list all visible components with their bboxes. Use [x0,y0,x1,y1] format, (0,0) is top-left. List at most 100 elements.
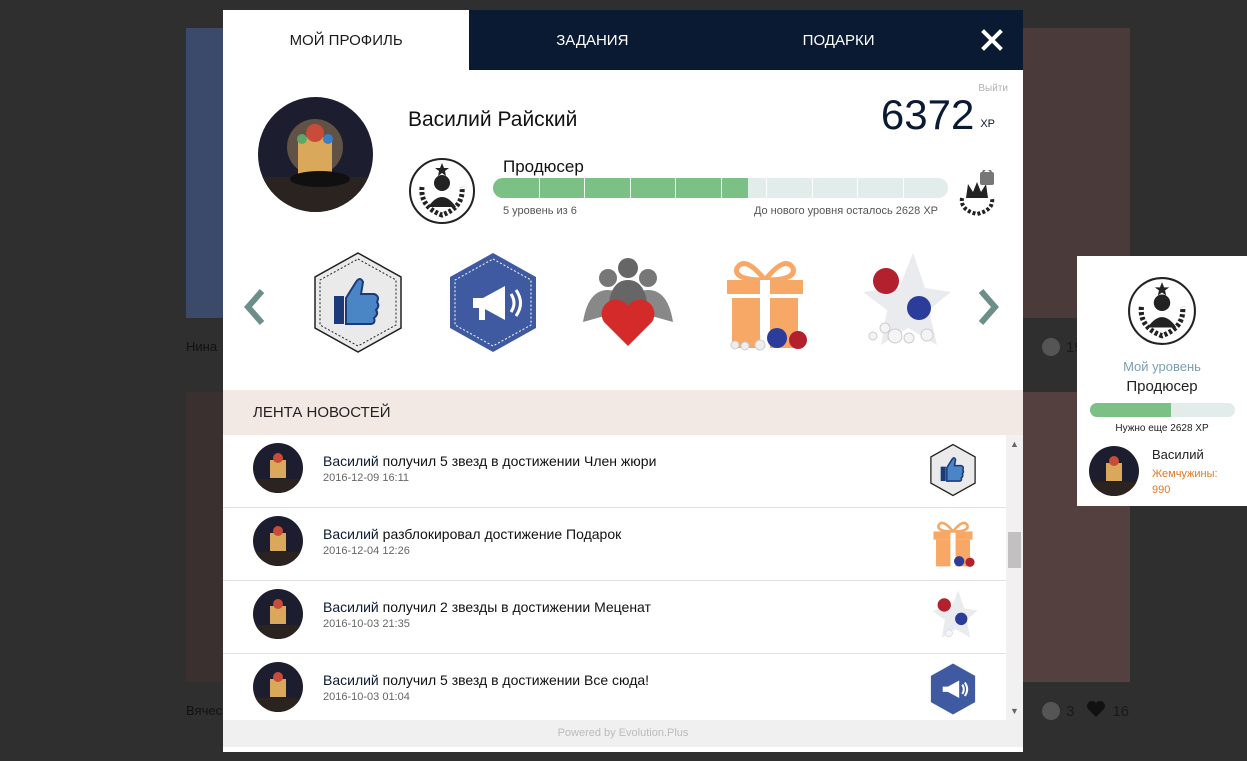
chevron-left-icon [244,289,265,325]
feed-text: Василий получил 2 звезды в достижении Ме… [323,599,651,615]
progress-segment-divider [629,178,631,198]
star-gems-icon [932,590,978,638]
background-photo [186,28,223,318]
tab-my-profile[interactable]: МОЙ ПРОФИЛЬ [223,10,470,70]
feed-user[interactable]: Василий [323,672,379,688]
feed-badge [926,516,980,570]
scroll-thumb[interactable] [1008,532,1021,568]
pearls-label: Жемчужины: [1152,468,1218,480]
feed-message: получил 2 звезды в достижении Меценат [378,599,651,615]
avatar [253,516,303,566]
feed-badge [926,443,980,497]
feed-text: Василий получил 5 звезд в достижении Все… [323,672,649,688]
feed-user[interactable]: Василий [323,599,379,615]
feed-message: получил 5 звезд в достижении Член жюри [378,453,657,469]
progress-segment-divider [811,178,813,198]
achievement-patron[interactable] [853,250,953,355]
star-gems-icon [863,253,951,345]
feed-date: 2016-10-03 01:04 [323,691,410,703]
avatar [253,589,303,639]
feed-message: разблокировал достижение Подарок [378,526,622,542]
tab-gifts[interactable]: ПОДАРКИ [715,10,961,70]
megaphone-hexagon-icon [450,253,536,352]
comment-icon [1042,338,1060,356]
stat-value: 16 [1112,702,1130,720]
progress-segment-divider [902,178,904,198]
feed-scrollbar[interactable]: ▲ ▼ [1006,435,1023,720]
close-icon [981,29,1004,51]
widget-user-name: Василий [1152,447,1204,462]
avatar [253,443,303,493]
feed-message: получил 5 звезд в достижении Все сюда! [378,672,650,688]
feed-user[interactable]: Василий [323,453,379,469]
level-progress-fill [493,178,748,198]
producer-level-icon [1127,276,1197,346]
progress-segment-divider [766,178,767,198]
tab-bar: МОЙ ПРОФИЛЬ ЗАДАНИЯ ПОДАРКИ [223,10,1023,70]
background-photo [186,392,223,682]
powered-by[interactable]: Powered by Evolution.Plus [223,720,1023,747]
progress-segment-divider [584,178,585,198]
gift-pearls-icon [933,521,975,567]
feed-item[interactable]: Василий получил 2 звезды в достижении Ме… [223,581,1006,654]
avatar [1089,446,1139,496]
feed-badge [926,589,980,643]
level-number: 5 уровень из 6 [503,205,577,217]
background-stat: 3 16 [1042,700,1129,722]
widget-progress-fill [1090,403,1172,417]
user-name: Василий Райский [408,108,578,131]
feed-user[interactable]: Василий [323,526,379,542]
feed-badge [926,662,980,716]
level-widget[interactable]: Мой уровень Продюсер Нужно еще 2628 XP В… [1077,256,1247,506]
producer-level-icon [408,157,476,225]
carousel-prev-button[interactable] [240,287,270,327]
megaphone-hexagon-icon [930,663,976,715]
like-hexagon-icon [930,443,976,497]
achievements-carousel [223,245,1023,390]
xp-value: 6372 [880,91,975,138]
gift-pearls-icon [727,261,807,351]
xp-unit: XP [980,118,995,130]
level-progress-bar [493,178,948,198]
xp-counter: 6372 XP [881,94,995,136]
feed-text: Василий разблокировал достижение Подарок [323,526,621,542]
progress-segment-divider [720,178,722,198]
progress-segment-divider [538,178,540,198]
progress-segment-divider [857,178,858,198]
feed-item[interactable]: Василий получил 5 звезд в достижении Чле… [223,435,1006,508]
people-heart-icon [583,258,673,346]
achievement-gift[interactable] [715,250,815,355]
tab-tasks[interactable]: ЗАДАНИЯ [469,10,715,70]
next-level-crown-icon [954,168,1000,217]
like-hexagon-icon [314,252,402,353]
widget-level-name: Продюсер [1126,378,1198,395]
heart-icon [1086,700,1106,722]
my-level-label: Мой уровень [1123,359,1201,374]
feed-text: Василий получил 5 звезд в достижении Чле… [323,453,656,469]
achievement-all-here[interactable] [443,250,543,355]
level-name: Продюсер [503,157,584,176]
pearls-value: 990 [1152,484,1171,496]
avatar [258,97,373,212]
background-caption: Вячес [186,703,223,718]
feed-date: 2016-12-04 12:26 [323,545,410,557]
avatar [253,662,303,712]
news-feed-header: ЛЕНТА НОВОСТЕЙ [223,390,1023,435]
feed-item[interactable]: Василий получил 5 звезд в достижении Все… [223,654,1006,720]
profile-modal: МОЙ ПРОФИЛЬ ЗАДАНИЯ ПОДАРКИ Выйти Васили… [223,10,1023,752]
feed-date: 2016-12-09 16:11 [323,472,410,484]
comment-icon [1042,702,1060,720]
scroll-down-icon[interactable]: ▼ [1006,704,1023,718]
logout-link[interactable]: Выйти [978,83,1008,94]
news-feed[interactable]: Василий получил 5 звезд в достижении Чле… [223,435,1023,720]
scroll-up-icon[interactable]: ▲ [1006,437,1023,451]
carousel-next-button[interactable] [973,287,1003,327]
progress-segment-divider [675,178,676,198]
achievement-people[interactable] [578,250,678,355]
feed-date: 2016-10-03 21:35 [323,618,410,630]
achievement-jury[interactable] [308,250,408,355]
widget-progress-bar [1090,403,1235,417]
close-button[interactable] [962,10,1023,70]
feed-item[interactable]: Василий разблокировал достижение Подарок… [223,508,1006,581]
stat-value: 3 [1066,702,1075,720]
